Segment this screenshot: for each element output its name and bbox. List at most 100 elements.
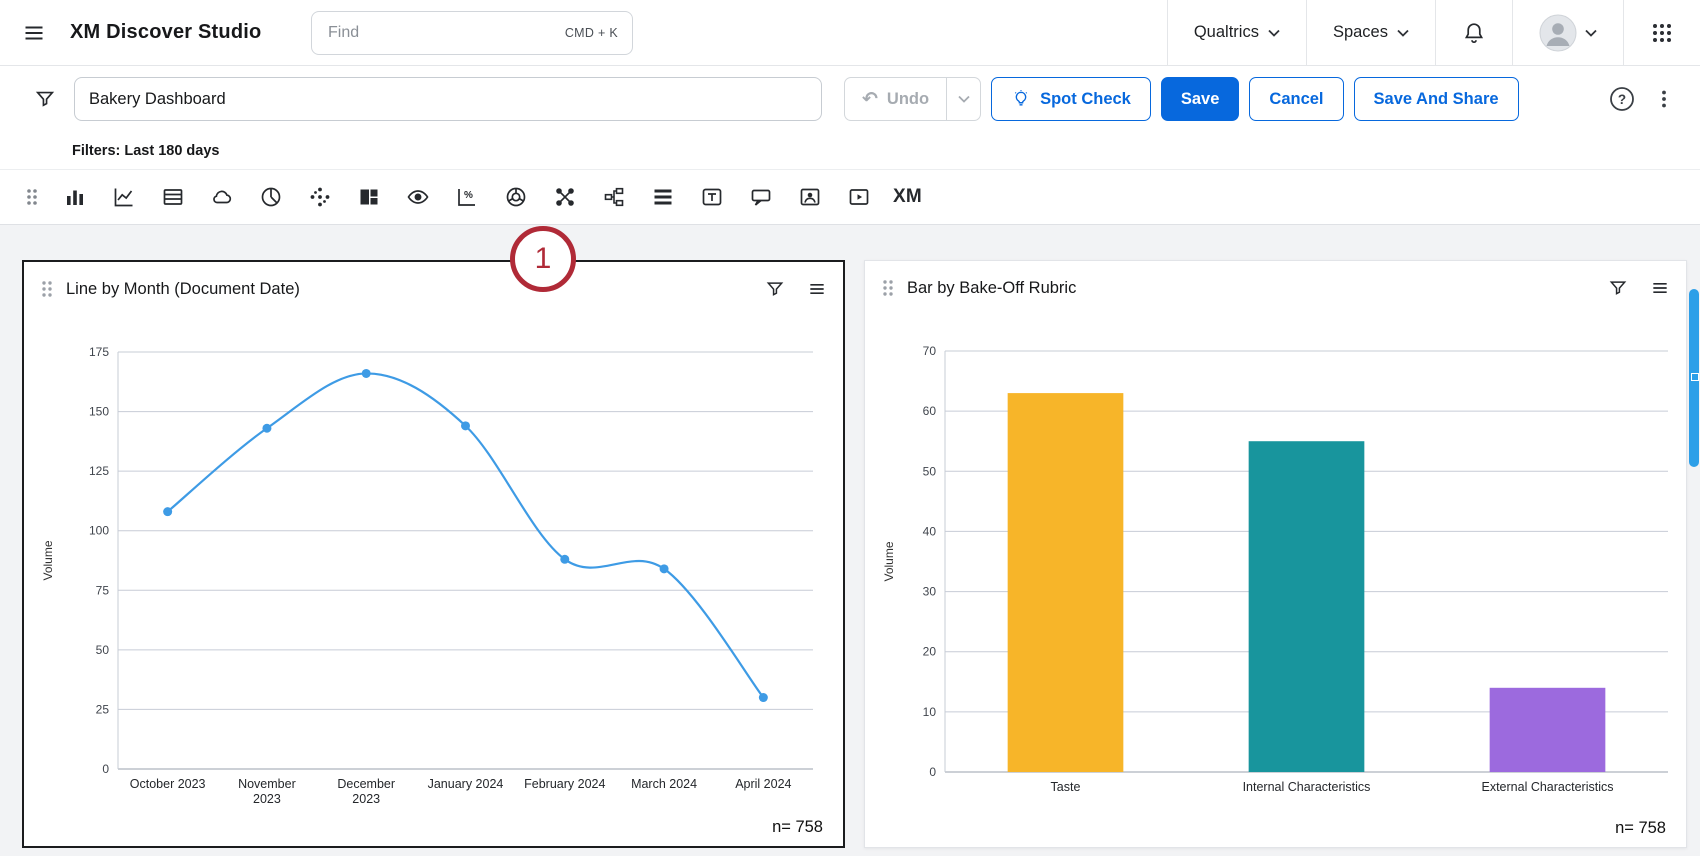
bar-chart-icon[interactable] bbox=[50, 176, 99, 218]
xm-logo-label: XM bbox=[893, 186, 922, 208]
svg-text:30: 30 bbox=[923, 585, 937, 599]
main-menu-icon[interactable] bbox=[22, 21, 46, 45]
drag-handle-icon[interactable] bbox=[14, 176, 50, 218]
svg-text:April 2024: April 2024 bbox=[735, 777, 791, 791]
qualtrics-menu[interactable]: Qualtrics bbox=[1167, 0, 1306, 65]
widget-toolbar: % XM bbox=[0, 170, 1700, 225]
notifications-button[interactable] bbox=[1435, 0, 1512, 65]
more-options-icon[interactable] bbox=[1652, 87, 1676, 111]
spot-check-button[interactable]: Spot Check bbox=[991, 77, 1151, 121]
save-and-share-button[interactable]: Save And Share bbox=[1354, 77, 1519, 121]
topbar-right-cluster: Qualtrics Spaces bbox=[1167, 0, 1700, 65]
sample-size-label: n= 758 bbox=[772, 818, 823, 837]
widget-header: Line by Month (Document Date) bbox=[24, 262, 843, 316]
svg-text:November: November bbox=[238, 777, 296, 791]
widget-drag-handle-icon[interactable] bbox=[881, 278, 895, 298]
svg-text:25: 25 bbox=[96, 702, 110, 716]
svg-text:February 2024: February 2024 bbox=[524, 777, 605, 791]
widget-menu-icon[interactable] bbox=[807, 279, 827, 299]
annotation-step-1-badge: 1 bbox=[510, 226, 576, 292]
svg-text:Taste: Taste bbox=[1051, 780, 1081, 794]
dashboard-name-input[interactable] bbox=[74, 77, 822, 121]
filters-summary-text: Filters: Last 180 days bbox=[72, 143, 220, 159]
scatter-plot-icon[interactable] bbox=[295, 176, 344, 218]
svg-text:0: 0 bbox=[102, 762, 109, 776]
svg-text:50: 50 bbox=[923, 464, 937, 478]
save-and-share-label: Save And Share bbox=[1374, 90, 1499, 109]
filter-icon[interactable] bbox=[34, 88, 56, 110]
help-icon[interactable]: ? bbox=[1608, 85, 1636, 113]
filters-bar: Filters: Last 180 days bbox=[0, 132, 1700, 170]
widget-filter-icon[interactable] bbox=[1608, 278, 1628, 298]
svg-text:70: 70 bbox=[923, 344, 937, 358]
video-icon[interactable] bbox=[834, 176, 883, 218]
svg-text:40: 40 bbox=[923, 524, 937, 538]
widget-filter-icon[interactable] bbox=[765, 279, 785, 299]
svg-text:October 2023: October 2023 bbox=[130, 777, 206, 791]
spot-check-label: Spot Check bbox=[1040, 90, 1131, 109]
account-menu[interactable] bbox=[1512, 0, 1623, 65]
widget-header: Bar by Bake-Off Rubric bbox=[865, 261, 1686, 315]
undo-split-button: ↶ Undo bbox=[844, 77, 981, 121]
path-analysis-icon[interactable] bbox=[540, 176, 589, 218]
chevron-down-icon bbox=[1268, 29, 1280, 37]
svg-text:External Characteristics: External Characteristics bbox=[1482, 780, 1614, 794]
svg-text:50: 50 bbox=[96, 643, 110, 657]
chevron-down-icon bbox=[1397, 29, 1409, 37]
image-icon[interactable] bbox=[785, 176, 834, 218]
svg-text:2023: 2023 bbox=[352, 792, 380, 806]
undo-label: Undo bbox=[887, 90, 929, 109]
spaces-menu[interactable]: Spaces bbox=[1306, 0, 1435, 65]
svg-text:December: December bbox=[337, 777, 395, 791]
label-bubble-icon[interactable] bbox=[736, 176, 785, 218]
bell-icon bbox=[1462, 21, 1486, 45]
global-search[interactable]: CMD + K bbox=[311, 11, 633, 55]
svg-text:75: 75 bbox=[96, 583, 110, 597]
qualtrics-label: Qualtrics bbox=[1194, 23, 1259, 42]
widget-line-by-month: Line by Month (Document Date) 0 25 50 75 100… bbox=[22, 260, 845, 848]
lightbulb-icon bbox=[1011, 89, 1031, 109]
treemap-icon[interactable] bbox=[344, 176, 393, 218]
word-cloud-icon[interactable] bbox=[197, 176, 246, 218]
save-label: Save bbox=[1181, 90, 1220, 109]
annotation-number: 1 bbox=[535, 242, 552, 276]
svg-text:Volume: Volume bbox=[41, 540, 55, 580]
text-box-icon[interactable] bbox=[687, 176, 736, 218]
search-shortcut-hint: CMD + K bbox=[565, 26, 618, 40]
cancel-label: Cancel bbox=[1269, 90, 1323, 109]
xm-widget-icon[interactable]: XM bbox=[883, 176, 932, 218]
svg-text:March 2024: March 2024 bbox=[631, 777, 697, 791]
widget-title: Bar by Bake-Off Rubric bbox=[907, 279, 1586, 298]
donut-chart-icon[interactable] bbox=[491, 176, 540, 218]
widget-menu-icon[interactable] bbox=[1650, 278, 1670, 298]
bar-chart-plot-area: 010203040506070VolumeTasteInternal Chara… bbox=[877, 317, 1674, 812]
cancel-button[interactable]: Cancel bbox=[1249, 77, 1343, 121]
svg-text:60: 60 bbox=[923, 404, 937, 418]
table-icon[interactable] bbox=[148, 176, 197, 218]
save-button[interactable]: Save bbox=[1161, 77, 1240, 121]
svg-text:175: 175 bbox=[89, 345, 109, 359]
apps-grid-icon bbox=[1650, 21, 1674, 45]
svg-text:Internal Characteristics: Internal Characteristics bbox=[1243, 780, 1371, 794]
svg-text:100: 100 bbox=[89, 524, 109, 538]
summary-bars-icon[interactable] bbox=[638, 176, 687, 218]
dashboard-action-bar: ↶ Undo Spot Check Save Cancel Save And S… bbox=[0, 66, 1700, 132]
metric-percent-icon[interactable]: % bbox=[442, 176, 491, 218]
line-chart-icon[interactable] bbox=[99, 176, 148, 218]
search-input[interactable] bbox=[326, 23, 516, 43]
svg-text:10: 10 bbox=[923, 705, 937, 719]
svg-text:20: 20 bbox=[923, 645, 937, 659]
pie-chart-icon[interactable] bbox=[246, 176, 295, 218]
hierarchy-icon[interactable] bbox=[589, 176, 638, 218]
preview-eye-icon[interactable] bbox=[393, 176, 442, 218]
svg-text:%: % bbox=[464, 190, 473, 201]
undo-button[interactable]: ↶ Undo bbox=[845, 78, 946, 120]
scrollbar-thumb[interactable] bbox=[1689, 289, 1699, 467]
app-switcher-button[interactable] bbox=[1623, 0, 1700, 65]
widget-drag-handle-icon[interactable] bbox=[40, 279, 54, 299]
undo-icon: ↶ bbox=[862, 90, 878, 109]
svg-text:2023: 2023 bbox=[253, 792, 281, 806]
svg-text:0: 0 bbox=[929, 765, 936, 779]
undo-history-dropdown[interactable] bbox=[946, 78, 980, 120]
svg-text:150: 150 bbox=[89, 405, 109, 419]
